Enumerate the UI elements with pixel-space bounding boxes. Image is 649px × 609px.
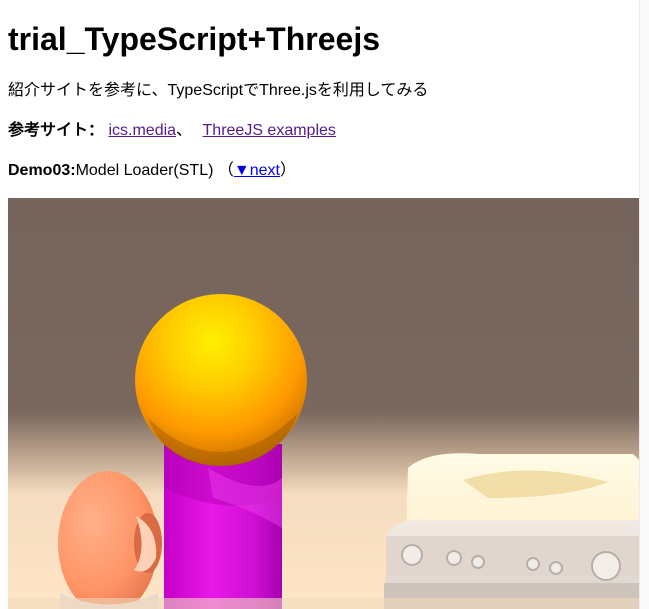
- reference-line: 参考サイト： ics.media、 ThreeJS examples: [8, 121, 639, 140]
- threejs-canvas[interactable]: [8, 198, 639, 609]
- link-threejs-examples[interactable]: ThreeJS examples: [203, 122, 336, 139]
- page-description: 紹介サイトを参考に、TypeScriptでThree.jsを利用してみる: [8, 82, 429, 99]
- pillar-object: [164, 444, 282, 609]
- demo-text: Model Loader(STL) （: [75, 162, 234, 179]
- scene-render: [8, 198, 639, 609]
- page-content: trial_TypeScript+Threejs 紹介サイトを参考に、TypeS…: [8, 0, 639, 180]
- sphere-object: [135, 294, 307, 466]
- tv-box-object: [384, 453, 639, 609]
- vertical-scrollbar[interactable]: [639, 0, 649, 609]
- demo-close: ）: [279, 162, 296, 179]
- link-separator: 、: [176, 122, 193, 139]
- next-link[interactable]: ▼next: [234, 162, 280, 179]
- demo-line: Demo03:Model Loader(STL) （▼next）: [8, 161, 639, 180]
- demo-label: Demo03:: [8, 162, 76, 179]
- page-title: trial_TypeScript+Threejs: [8, 21, 380, 57]
- link-ics-media[interactable]: ics.media: [108, 122, 176, 139]
- reference-label: 参考サイト：: [8, 122, 105, 139]
